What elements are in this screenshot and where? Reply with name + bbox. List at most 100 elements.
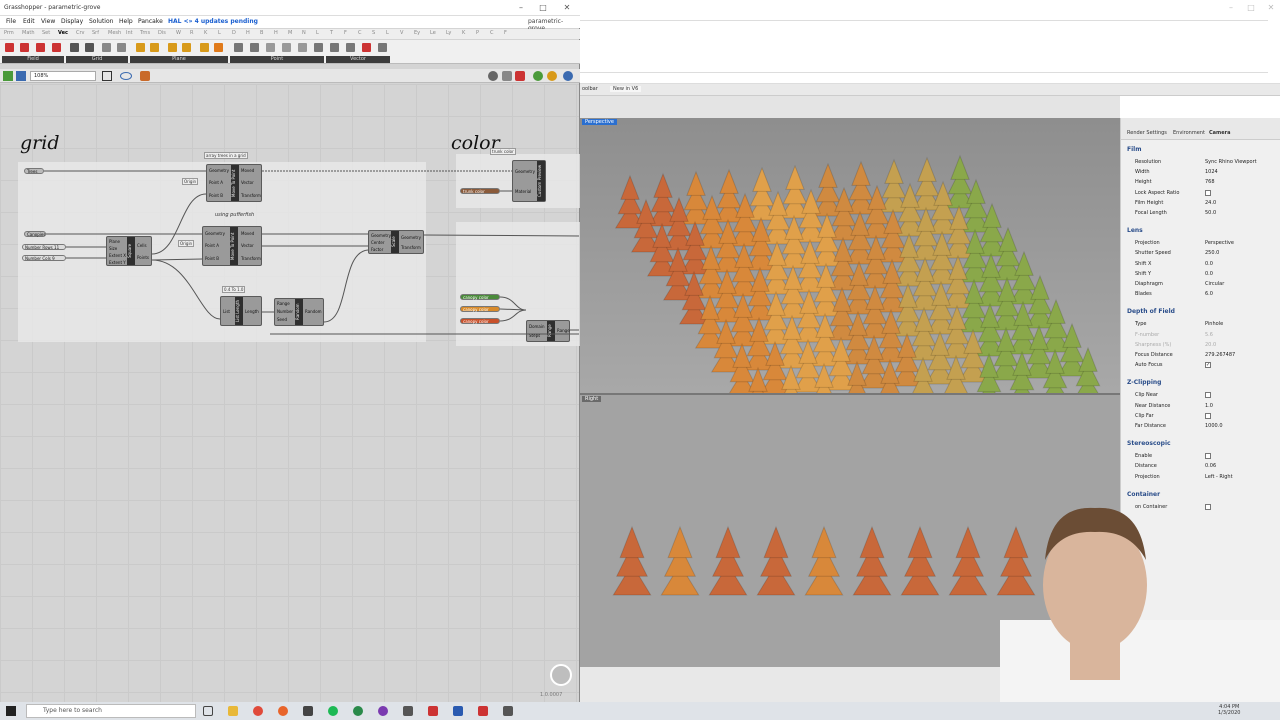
tab-plugin[interactable]: V	[400, 30, 403, 36]
row-value[interactable]: Sync Rhino Viewport	[1205, 159, 1257, 165]
grasshopper-icon[interactable]	[503, 706, 513, 716]
row-value[interactable]: Pinhole	[1205, 321, 1223, 327]
preview-mode-icon[interactable]	[502, 71, 512, 81]
vector-icon[interactable]	[378, 43, 387, 52]
start-icon[interactable]	[6, 706, 16, 716]
field-icon[interactable]	[36, 43, 45, 52]
tab-maths[interactable]: Math	[22, 30, 35, 36]
row-checkbox[interactable]: ✓	[1205, 362, 1211, 369]
tab-plugin[interactable]: C	[358, 30, 362, 36]
menu-file[interactable]: File	[6, 18, 16, 25]
terminal-icon[interactable]	[303, 706, 313, 716]
row-value[interactable]: 279.267487	[1205, 352, 1235, 358]
zoom-level-field[interactable]: 108%	[30, 71, 96, 81]
grid-icon[interactable]	[70, 43, 79, 52]
row-value[interactable]: 1000.0	[1205, 423, 1223, 429]
tab-new-in-v6[interactable]: New in V6	[610, 86, 642, 92]
gh-canvas[interactable]: grid color array trees in a grid using p…	[0, 84, 580, 702]
point-icon[interactable]	[266, 43, 275, 52]
maximize-button[interactable]: □	[1240, 2, 1262, 14]
zoom-extents-icon[interactable]	[102, 71, 112, 81]
task-view-icon[interactable]	[203, 706, 213, 716]
plane-icon[interactable]	[168, 43, 177, 52]
tab-vector[interactable]: Vec	[58, 30, 68, 36]
plane-icon[interactable]	[200, 43, 209, 52]
row-value[interactable]: 250.0	[1205, 250, 1219, 256]
field-icon[interactable]	[5, 43, 14, 52]
vector-icon[interactable]	[362, 43, 371, 52]
tab-plugin[interactable]: H	[274, 30, 278, 36]
row-value[interactable]: 1024	[1205, 169, 1218, 175]
chrome-icon[interactable]	[253, 706, 263, 716]
acrobat-icon[interactable]	[478, 706, 488, 716]
row-value[interactable]: Perspective	[1205, 240, 1234, 246]
tab-surface[interactable]: Srf	[92, 30, 99, 36]
tab-plugin[interactable]: S	[372, 30, 375, 36]
preview-eye-icon[interactable]	[120, 72, 132, 80]
panel-section-title[interactable]: Z-Clipping	[1127, 379, 1161, 386]
row-checkbox[interactable]	[1205, 412, 1211, 419]
tab-environment[interactable]: Environment	[1173, 130, 1205, 136]
sketch-pen-icon[interactable]	[140, 71, 150, 81]
save-icon[interactable]	[16, 71, 26, 81]
row-value[interactable]: 1.0	[1205, 403, 1213, 409]
point-icon[interactable]	[298, 43, 307, 52]
tab-plugin[interactable]: Le	[430, 30, 436, 36]
row-value[interactable]: Circular	[1205, 281, 1224, 287]
plane-icon[interactable]	[214, 43, 223, 52]
tab-params[interactable]: Prm	[4, 30, 14, 36]
grid-icon[interactable]	[117, 43, 126, 52]
open-icon[interactable]	[3, 71, 13, 81]
row-value[interactable]: 20.0	[1205, 342, 1216, 348]
menu-solution[interactable]: Solution	[89, 18, 113, 25]
app-icon[interactable]	[428, 706, 438, 716]
tab-plugin[interactable]: P	[476, 30, 479, 36]
app-icon[interactable]	[353, 706, 363, 716]
menu-view[interactable]: View	[41, 18, 55, 25]
firefox-icon[interactable]	[278, 706, 288, 716]
tab-sets[interactable]: Set	[42, 30, 50, 36]
tab-plugin[interactable]: M	[288, 30, 292, 36]
tab-plugin[interactable]: B	[260, 30, 263, 36]
tab-toolbar[interactable]: oolbar	[582, 86, 598, 92]
point-icon[interactable]	[234, 43, 243, 52]
taskbar-search[interactable]: Type here to search	[26, 704, 196, 718]
field-icon[interactable]	[20, 43, 29, 52]
hal-updates-link[interactable]: HAL <» 4 updates pending	[168, 18, 258, 25]
tab-plugin[interactable]: N	[302, 30, 306, 36]
preview-mode-icon[interactable]	[488, 71, 498, 81]
close-button[interactable]: ✕	[1260, 2, 1280, 14]
spotify-icon[interactable]	[328, 706, 338, 716]
vector-icon[interactable]	[330, 43, 339, 52]
panel-section-title[interactable]: Stereoscopic	[1127, 440, 1171, 447]
row-checkbox[interactable]	[1205, 392, 1211, 399]
point-icon[interactable]	[282, 43, 291, 52]
row-value[interactable]: Left - Right	[1205, 474, 1233, 480]
tab-plugin[interactable]: F	[344, 30, 347, 36]
panel-section-title[interactable]: Film	[1127, 146, 1141, 153]
vector-icon[interactable]	[314, 43, 323, 52]
tab-mesh[interactable]: Mesh	[108, 30, 121, 36]
plane-icon[interactable]	[150, 43, 159, 52]
row-checkbox[interactable]	[1205, 189, 1211, 196]
tab-plugin[interactable]: Ey	[414, 30, 420, 36]
tab-plugin[interactable]: F	[504, 30, 507, 36]
tab-plugin[interactable]: W	[176, 30, 181, 36]
tab-curve[interactable]: Crv	[76, 30, 85, 36]
tab-plugin[interactable]: D	[232, 30, 236, 36]
word-icon[interactable]	[453, 706, 463, 716]
group-field[interactable]: Field	[2, 56, 64, 63]
group-grid[interactable]: Grid	[66, 56, 128, 63]
perspective-viewport[interactable]: Perspective	[580, 118, 1120, 393]
group-plane[interactable]: Plane	[130, 56, 228, 63]
plane-icon[interactable]	[136, 43, 145, 52]
tab-camera[interactable]: Camera	[1209, 130, 1230, 136]
group-point[interactable]: Point	[230, 56, 324, 63]
row-value[interactable]: 24.0	[1205, 200, 1216, 206]
obs-icon[interactable]	[378, 706, 388, 716]
vector-icon[interactable]	[346, 43, 355, 52]
grid-icon[interactable]	[85, 43, 94, 52]
row-value[interactable]: 0.06	[1205, 463, 1216, 469]
maximize-button[interactable]: □	[532, 2, 554, 14]
menu-help[interactable]: Help	[119, 18, 133, 25]
